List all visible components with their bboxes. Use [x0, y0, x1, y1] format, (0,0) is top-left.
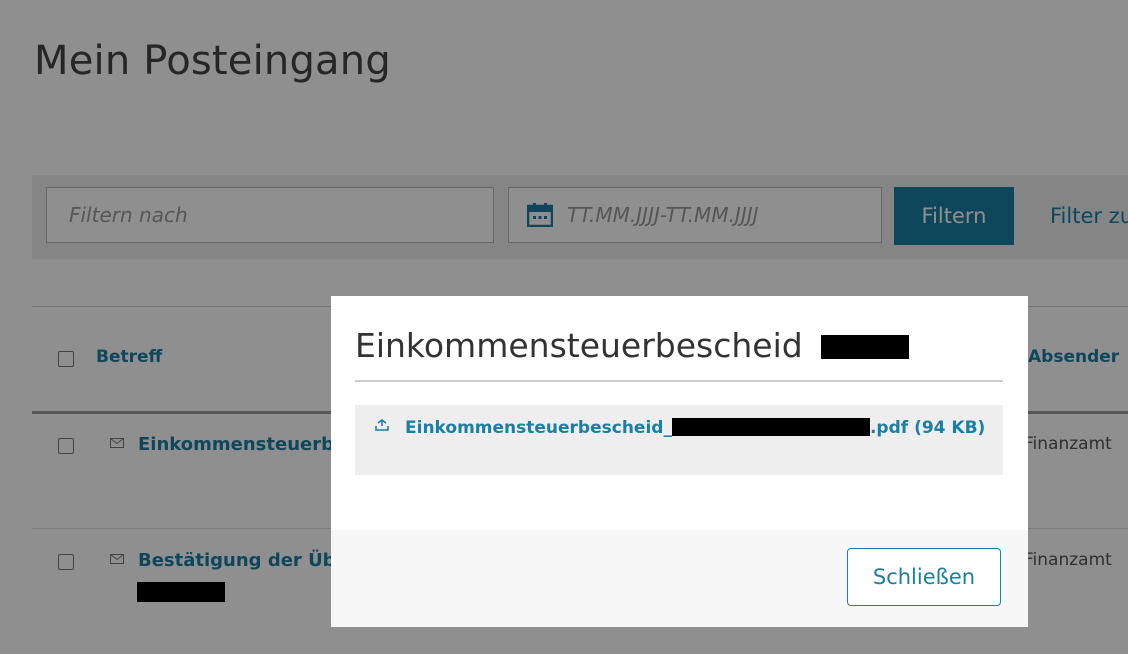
attachment-item[interactable]: Einkommensteuerbescheid_ .pdf (94 KB): [355, 405, 1003, 475]
dialog-footer: Schließen: [331, 530, 1028, 627]
close-button[interactable]: Schließen: [847, 548, 1001, 606]
dialog-title: Einkommensteuerbescheid: [355, 326, 910, 365]
attachment-filename-suffix: .pdf (94 KB): [869, 418, 986, 438]
redaction-bar: [821, 335, 910, 359]
attachment-filename-prefix: Einkommensteuerbescheid_: [405, 418, 672, 438]
redaction-bar: [671, 418, 870, 436]
dialog-title-text: Einkommensteuerbescheid: [355, 326, 803, 365]
dialog-divider: [355, 380, 1003, 382]
attachment-link[interactable]: Einkommensteuerbescheid_ .pdf (94 KB): [405, 415, 995, 441]
download-icon: [375, 419, 389, 431]
attachment-dialog: Einkommensteuerbescheid Einkommensteuerb…: [331, 296, 1028, 627]
